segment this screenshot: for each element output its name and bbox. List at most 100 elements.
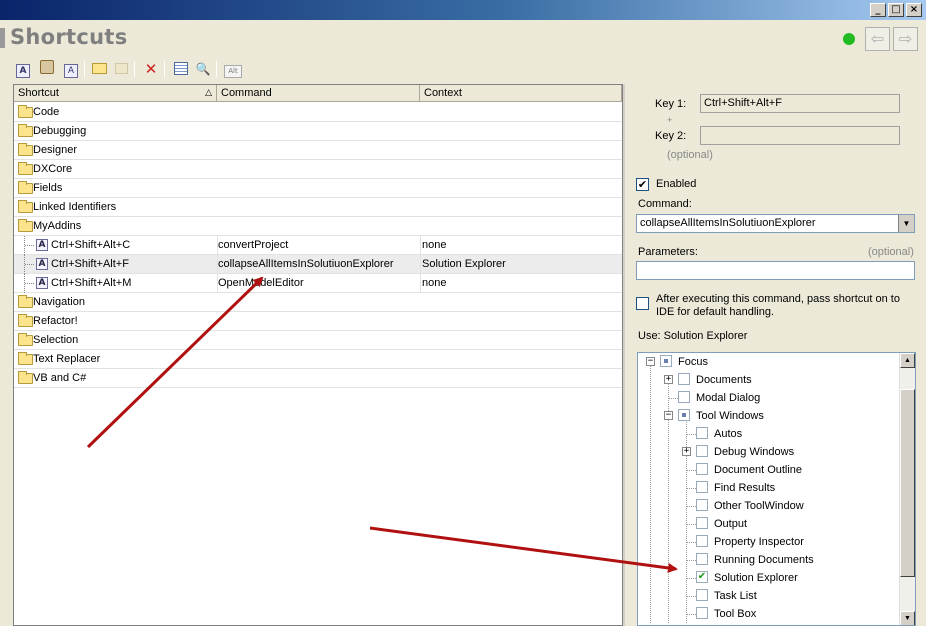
column-header-context[interactable]: Context bbox=[420, 85, 622, 102]
parameters-field[interactable] bbox=[636, 261, 915, 280]
folder-label: MyAddins bbox=[33, 220, 82, 232]
folder-row[interactable]: DXCore bbox=[14, 160, 622, 179]
folder-row[interactable]: Code bbox=[14, 103, 622, 122]
shortcut-row[interactable]: A Ctrl+Shift+Alt+C convertProject none bbox=[14, 236, 622, 255]
tree-checkbox[interactable] bbox=[696, 463, 708, 475]
folder-row[interactable]: Debugging bbox=[14, 122, 622, 141]
shortcut-icon: A bbox=[36, 258, 48, 270]
tree-node[interactable]: Modal Dialog bbox=[638, 389, 900, 407]
find-button[interactable]: 🔍 bbox=[194, 60, 212, 78]
page-title: Shortcuts bbox=[10, 25, 128, 49]
column-header-command[interactable]: Command bbox=[217, 85, 420, 102]
list-view-button[interactable] bbox=[172, 60, 190, 78]
folder-row[interactable]: Navigation bbox=[14, 293, 622, 312]
tree-checkbox[interactable] bbox=[678, 409, 690, 421]
tree-node[interactable]: + Documents bbox=[638, 371, 900, 389]
folder-row[interactable]: Designer bbox=[14, 141, 622, 160]
tree-checkbox[interactable] bbox=[696, 481, 708, 493]
tree-checkbox[interactable]: ✔ bbox=[696, 571, 708, 583]
tree-node[interactable]: + Debug Windows bbox=[638, 443, 900, 461]
expand-icon[interactable]: + bbox=[664, 375, 673, 384]
tree-checkbox[interactable] bbox=[696, 517, 708, 529]
new-shortcut-icon: A bbox=[16, 64, 30, 78]
expand-icon[interactable]: + bbox=[682, 447, 691, 456]
dropdown-button[interactable]: ▼ bbox=[898, 215, 914, 232]
tree-node[interactable]: Tool Box bbox=[638, 605, 900, 623]
tree-checkbox[interactable] bbox=[660, 355, 672, 367]
delete-button[interactable]: ✕ bbox=[142, 60, 160, 78]
folder-row[interactable]: Refactor! bbox=[14, 312, 622, 331]
tree-node[interactable]: Other ToolWindow bbox=[638, 497, 900, 515]
tree-node[interactable]: Task List bbox=[638, 587, 900, 605]
cell-divider bbox=[420, 274, 421, 293]
new-text-shortcut-button[interactable]: A bbox=[62, 60, 80, 78]
alt-key-button[interactable]: Alt bbox=[224, 60, 242, 78]
key1-field[interactable]: Ctrl+Shift+Alt+F bbox=[700, 94, 900, 113]
folder-icon bbox=[18, 143, 33, 156]
scroll-down-button[interactable]: ▼ bbox=[900, 611, 915, 625]
tree-checkbox[interactable] bbox=[696, 445, 708, 457]
key2-field[interactable] bbox=[700, 126, 900, 145]
column-header-label: Shortcut bbox=[18, 87, 59, 99]
folder-row[interactable]: Text Replacer bbox=[14, 350, 622, 369]
pass-through-checkbox[interactable] bbox=[636, 297, 649, 310]
tree-checkbox[interactable] bbox=[678, 373, 690, 385]
folder-icon bbox=[18, 352, 33, 365]
new-folder-button[interactable] bbox=[90, 60, 108, 78]
scroll-thumb[interactable] bbox=[900, 389, 915, 577]
new-shortcut-button[interactable]: A bbox=[14, 60, 32, 78]
column-header-shortcut[interactable]: Shortcut △ bbox=[14, 85, 217, 102]
collapse-icon[interactable]: − bbox=[646, 357, 655, 366]
tree-node[interactable]: Running Documents bbox=[638, 551, 900, 569]
scroll-up-button[interactable]: ▲ bbox=[900, 353, 915, 368]
cell-divider bbox=[420, 236, 421, 255]
tree-checkbox[interactable] bbox=[696, 499, 708, 511]
enabled-label: Enabled bbox=[656, 178, 697, 190]
tree-node[interactable]: Property Inspector bbox=[638, 533, 900, 551]
tree-checkbox[interactable] bbox=[696, 589, 708, 601]
maximize-button[interactable]: □ bbox=[888, 3, 904, 17]
tree-node[interactable]: Document Outline bbox=[638, 461, 900, 479]
parameters-optional-hint: (optional) bbox=[868, 246, 914, 258]
find-icon: 🔍 bbox=[195, 62, 211, 76]
forward-button[interactable]: ⇨ bbox=[893, 27, 918, 51]
tree-node[interactable]: Output bbox=[638, 515, 900, 533]
tree-checkbox[interactable] bbox=[696, 553, 708, 565]
tree-node[interactable]: − Tool Windows bbox=[638, 407, 900, 425]
folder-row[interactable]: MyAddins bbox=[14, 217, 622, 236]
minimize-button[interactable]: _ bbox=[870, 3, 886, 17]
toolbar-separator bbox=[216, 61, 217, 77]
tree-node[interactable]: Find Results bbox=[638, 479, 900, 497]
tree-node[interactable]: Autos bbox=[638, 425, 900, 443]
context-tree: − Focus + Documents Modal Dialog − Tool Window… bbox=[637, 352, 916, 626]
tree-checkbox[interactable] bbox=[696, 427, 708, 439]
collapse-icon[interactable]: − bbox=[664, 411, 673, 420]
close-button[interactable]: × bbox=[906, 3, 922, 17]
folder-row[interactable]: Linked Identifiers bbox=[14, 198, 622, 217]
tree-checkbox[interactable] bbox=[696, 535, 708, 547]
tree-node-label: Running Documents bbox=[714, 554, 814, 566]
tree-checkbox[interactable] bbox=[696, 607, 708, 619]
chevron-down-icon: ▼ bbox=[902, 219, 911, 228]
tree-node-label: Property Inspector bbox=[714, 536, 804, 548]
tree-node[interactable]: − Focus bbox=[638, 353, 900, 371]
shortcuts-grid: Shortcut △ Command Context Code Debugging… bbox=[13, 84, 623, 626]
new-keystroke-button[interactable] bbox=[38, 60, 56, 78]
folder-row[interactable]: Fields bbox=[14, 179, 622, 198]
tree-node[interactable]: ✔ Solution Explorer bbox=[638, 569, 900, 587]
shortcut-row[interactable]: A Ctrl+Shift+Alt+M OpenModelEditor none bbox=[14, 274, 622, 293]
command-combobox[interactable]: collapseAllItemsInSolutiuonExplorer ▼ bbox=[636, 214, 915, 233]
shortcut-row[interactable]: A Ctrl+Shift+Alt+F collapseAllItemsInSolut… bbox=[14, 255, 622, 274]
command-label: Command: bbox=[638, 198, 692, 210]
tree-scrollbar[interactable]: ▲ ▼ bbox=[899, 353, 915, 625]
enabled-checkbox[interactable]: ✔ bbox=[636, 178, 649, 191]
tree-checkbox[interactable] bbox=[678, 391, 690, 403]
folder-disabled-button[interactable] bbox=[112, 60, 130, 78]
header-edge bbox=[0, 28, 5, 48]
folder-label: Text Replacer bbox=[33, 353, 101, 365]
folder-row[interactable]: Selection bbox=[14, 331, 622, 350]
back-button[interactable]: ⇦ bbox=[865, 27, 890, 51]
folder-row[interactable]: VB and C# bbox=[14, 369, 622, 388]
folder-label: Navigation bbox=[33, 296, 85, 308]
context-cell: Solution Explorer bbox=[422, 258, 506, 270]
